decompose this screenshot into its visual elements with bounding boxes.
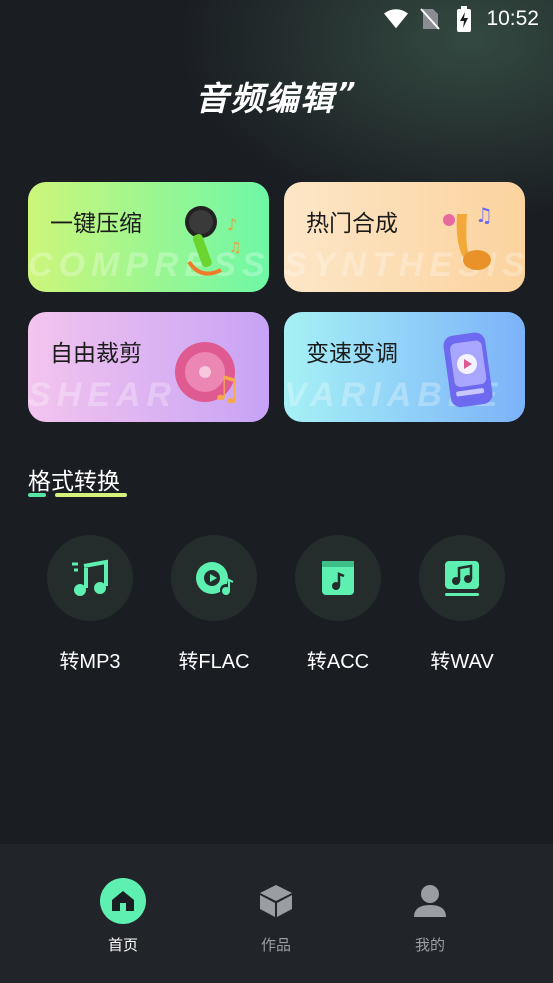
nav-label: 首页 <box>107 936 138 954</box>
page-title: 音频编辑” <box>0 72 553 120</box>
nav-works[interactable]: 作品 <box>236 878 316 955</box>
convert-acc-button[interactable]: 转ACC <box>288 535 388 674</box>
cut-card[interactable]: SHEAR 自由裁剪 ♫ <box>28 312 269 422</box>
format-label: 转MP3 <box>59 651 121 673</box>
music-screen-icon <box>419 535 505 621</box>
format-label: 转WAV <box>430 651 494 673</box>
title-quote: ” <box>337 76 358 109</box>
convert-mp3-button[interactable]: 转MP3 <box>40 535 140 674</box>
phone-player-icon <box>427 330 503 410</box>
music-note-icon <box>47 535 133 621</box>
compress-card[interactable]: COMPRESS 一键压缩 ♪ ♫ <box>28 182 269 292</box>
section-title: 格式转换 <box>28 469 120 495</box>
clock: 10:52 <box>486 7 539 30</box>
svg-text:♫: ♫ <box>475 203 493 227</box>
nav-profile[interactable]: 我的 <box>390 878 470 955</box>
convert-wav-button[interactable]: 转WAV <box>412 535 512 674</box>
status-bar: 10:52 <box>0 0 553 38</box>
cube-icon <box>253 878 299 924</box>
home-icon <box>100 878 146 924</box>
no-sim-icon <box>418 7 442 31</box>
format-label: 转ACC <box>306 651 370 673</box>
microphone-icon: ♪ ♫ <box>171 200 247 280</box>
user-icon <box>407 878 453 924</box>
bottom-nav: 首页 作品 我的 <box>0 844 553 983</box>
convert-flac-button[interactable]: 转FLAC <box>164 535 264 674</box>
title-underline-accent <box>28 493 46 497</box>
wifi-icon <box>384 7 409 31</box>
svg-text:♪: ♪ <box>227 215 237 234</box>
battery-charging-icon <box>452 6 476 32</box>
card-label: 自由裁剪 <box>50 341 142 367</box>
synthesis-card[interactable]: SYNTHESIS 热门合成 ♫ <box>284 182 525 292</box>
svg-text:♫: ♫ <box>211 369 241 409</box>
disc-note-icon <box>171 535 257 621</box>
card-label: 热门合成 <box>306 211 398 237</box>
nav-home[interactable]: 首页 <box>83 878 163 955</box>
music-book-icon <box>295 535 381 621</box>
vinyl-note-icon: ♫ <box>171 330 247 410</box>
format-label: 转FLAC <box>178 651 250 673</box>
speed-pitch-card[interactable]: VARIABLE 变速变调 <box>284 312 525 422</box>
home-screen: 10:52 音频编辑” COMPRESS 一键压缩 ♪ ♫ SYNTHESIS … <box>0 0 553 983</box>
nav-label: 作品 <box>260 936 291 954</box>
title-underline <box>55 493 127 497</box>
card-label: 一键压缩 <box>50 211 142 237</box>
card-label: 变速变调 <box>306 341 398 367</box>
svg-text:♫: ♫ <box>229 240 242 256</box>
nav-label: 我的 <box>414 936 445 954</box>
title-text: 音频编辑 <box>195 79 336 118</box>
card-watermark: SHEAR <box>28 376 178 414</box>
saxophone-icon: ♫ <box>427 200 503 280</box>
